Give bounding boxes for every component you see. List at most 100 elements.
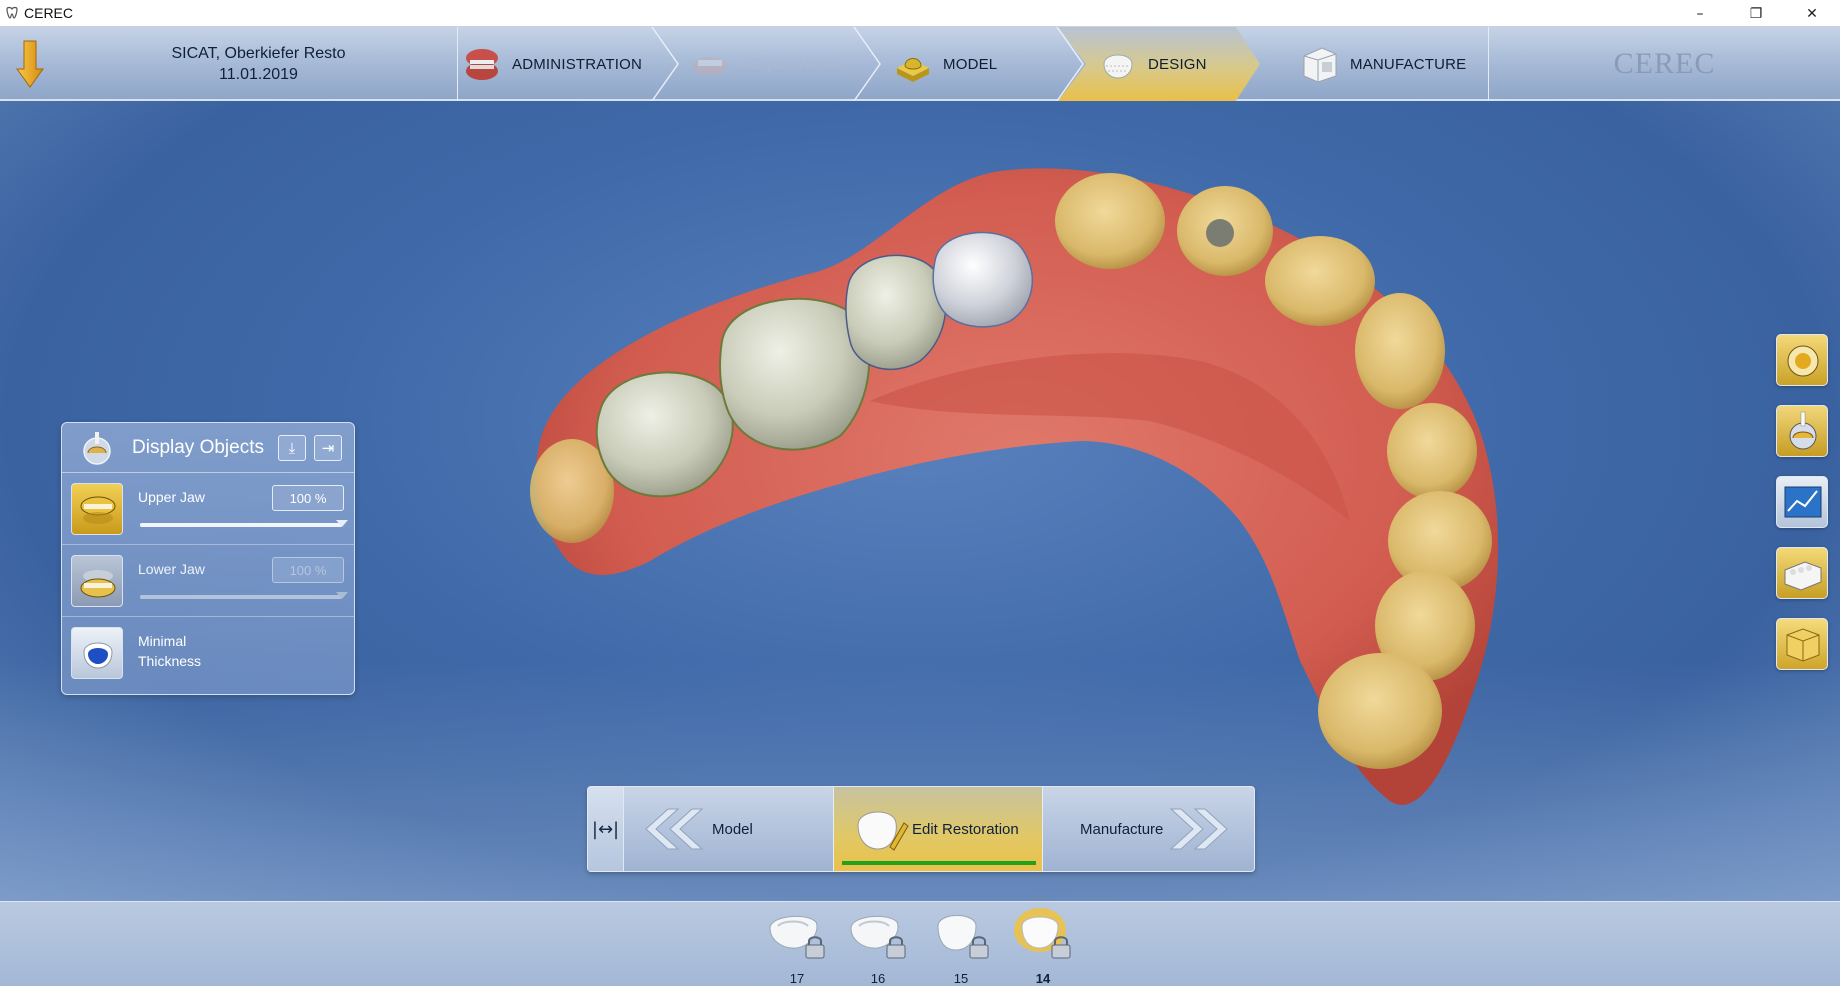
download-icon: ⤓	[288, 439, 296, 457]
lock-icon	[805, 936, 825, 959]
double-chevron-left-icon	[645, 808, 704, 850]
phase-next-label: Manufacture	[1080, 820, 1164, 838]
expand-phase-bar-button[interactable]: |↔|	[588, 787, 624, 871]
scan-jaw-icon	[693, 57, 727, 75]
step-label: MANUFACTURE	[1350, 55, 1467, 73]
natural-tooth	[1387, 403, 1477, 499]
tool-button-display-objects[interactable]	[1776, 405, 1828, 457]
model-block-icon	[897, 58, 929, 82]
label-line: Thickness	[138, 653, 202, 669]
sun-orientation-icon	[1787, 345, 1819, 377]
lower-jaw-icon	[80, 570, 116, 598]
lock-icon	[969, 936, 989, 959]
slider-thumb[interactable]	[336, 592, 348, 599]
step-label: ACQUISITION	[740, 55, 840, 73]
tooth-number: 16	[870, 971, 886, 986]
chart-analysis-icon	[1784, 486, 1822, 518]
tool-button-tooth-block[interactable]	[1776, 547, 1828, 599]
patient-info[interactable]: SICAT, Oberkiefer Resto 11.01.2019	[60, 27, 458, 101]
cerec-app-icon	[6, 6, 18, 19]
step-acquisition: ACQUISITION	[690, 27, 850, 101]
milling-unit-icon	[1303, 47, 1337, 83]
lock-icon	[1051, 936, 1071, 959]
edit-restoration-icon	[857, 811, 909, 851]
close-button[interactable]: ✕	[1784, 0, 1840, 27]
arrow-to-edge-icon: ⇥	[321, 439, 335, 457]
lock-icon	[886, 936, 906, 959]
step-label: MODEL	[943, 55, 998, 73]
upper-jaw-toggle-button[interactable]	[71, 483, 123, 535]
title-bar: CEREC – ❐ ✕	[0, 0, 1840, 27]
minimal-thickness-icon	[83, 642, 113, 669]
lower-jaw-opacity-slider[interactable]	[140, 592, 348, 599]
step-design[interactable]: DESIGN	[1058, 27, 1260, 101]
lower-jaw-label: Lower Jaw	[138, 561, 205, 577]
display-row-lower-jaw: Lower Jaw 100 %	[62, 545, 354, 617]
slider-fill	[140, 523, 342, 527]
natural-tooth	[1355, 293, 1445, 409]
tooth-number: 14	[1035, 971, 1051, 986]
display-row-upper-jaw: Upper Jaw 100 %	[62, 473, 354, 545]
minimize-button[interactable]: –	[1672, 0, 1728, 27]
display-objects-panel: Display Objects ⤓ ⇥ Upper Jaw 100 % Lowe…	[61, 422, 355, 695]
panel-header: Display Objects ⤓ ⇥	[62, 423, 354, 473]
implant-abutment	[1206, 219, 1234, 247]
tool-button-orientation[interactable]	[1776, 334, 1828, 386]
slider-thumb[interactable]	[336, 520, 348, 527]
tooth-selector-15[interactable]: 15	[926, 906, 996, 986]
tooth-selector-16[interactable]: 16	[843, 906, 913, 986]
dock-panel-button[interactable]: ⤓	[278, 435, 306, 461]
jaw-view-icon	[1789, 411, 1817, 450]
label-line: Minimal	[138, 633, 187, 649]
display-row-minimal-thickness: Minimal Thickness	[62, 617, 354, 689]
natural-tooth	[1055, 173, 1165, 269]
phase-back-button[interactable]: Model	[624, 787, 834, 871]
step-label: DESIGN	[1148, 55, 1207, 73]
upper-jaw-opacity-input[interactable]: 100 %	[272, 485, 344, 511]
tooth-number: 15	[953, 971, 969, 986]
phase-progress-indicator	[842, 861, 1036, 865]
chevron-separator-icon	[651, 27, 679, 101]
tool-button-analysis[interactable]	[1776, 476, 1828, 528]
step-model[interactable]: MODEL	[893, 27, 1053, 101]
tooth-selector-bar: 17 16 15 14	[0, 901, 1840, 986]
collapse-panel-button[interactable]: ⇥	[314, 435, 342, 461]
natural-tooth	[1265, 236, 1375, 326]
chevron-separator-icon	[853, 27, 881, 101]
panel-title: Display Objects	[132, 436, 264, 458]
lower-jaw-toggle-button[interactable]	[71, 555, 123, 607]
phase-current-label: Edit Restoration	[912, 820, 1019, 838]
tool-button-3d-cube[interactable]	[1776, 618, 1828, 670]
upper-jaw-icon	[80, 496, 116, 524]
natural-tooth	[1318, 653, 1442, 769]
phase-next-button[interactable]: Manufacture	[1044, 787, 1254, 871]
down-arrow-icon	[16, 40, 44, 88]
tooth-selector-14-active[interactable]: 14	[1008, 906, 1078, 986]
display-objects-icon	[83, 431, 111, 465]
minimal-thickness-label: Minimal Thickness	[138, 631, 201, 671]
case-date: 11.01.2019	[219, 66, 298, 83]
tooth-selector-17[interactable]: 17	[762, 906, 832, 986]
step-label: ADMINISTRATION	[512, 55, 643, 73]
window-title: CEREC	[24, 5, 74, 21]
home-arrow-button[interactable]	[0, 27, 60, 101]
minimal-thickness-toggle-button[interactable]	[71, 627, 123, 679]
step-administration[interactable]: ADMINISTRATION	[462, 27, 648, 101]
cerec-logo: CEREC	[1488, 27, 1840, 101]
step-manufacture[interactable]: MANUFACTURE	[1300, 27, 1486, 101]
workflow-bar: SICAT, Oberkiefer Resto 11.01.2019 ADMIN…	[0, 27, 1840, 101]
cube-icon	[1786, 628, 1820, 662]
jaw-model-icon	[466, 49, 498, 80]
window-controls: – ❐ ✕	[1672, 0, 1840, 27]
phase-navigation-bar: |↔| Model Edit Restoration Manufacture	[587, 786, 1255, 872]
tooth-number: 17	[789, 971, 805, 986]
upper-jaw-label: Upper Jaw	[138, 489, 205, 505]
upper-jaw-opacity-slider[interactable]	[140, 520, 348, 527]
phase-current-button[interactable]: Edit Restoration	[833, 787, 1043, 871]
tooth-row-icon	[1784, 561, 1822, 591]
lower-jaw-opacity-input[interactable]: 100 %	[272, 557, 344, 583]
double-chevron-right-icon	[1170, 808, 1229, 850]
crown-design-icon	[1103, 54, 1133, 79]
crown-restoration-selected[interactable]	[932, 231, 1034, 328]
restore-button[interactable]: ❐	[1728, 0, 1784, 27]
